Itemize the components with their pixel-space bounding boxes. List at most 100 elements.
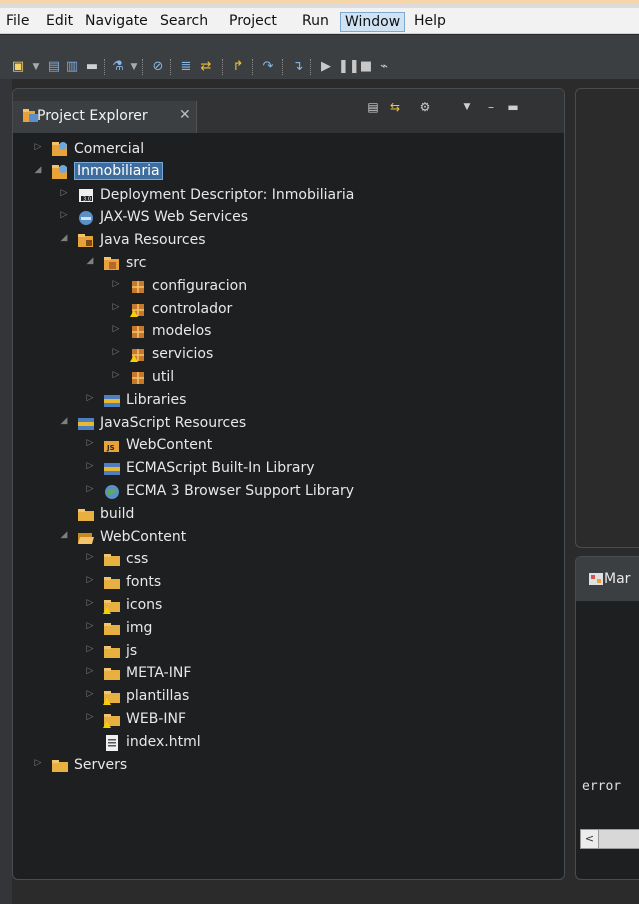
collapsed-twisty-icon[interactable]: ▷ [111,347,121,357]
tree-item-label: Libraries [126,391,187,408]
step-into-icon[interactable]: ↷ [260,59,276,75]
tree-item[interactable]: ▷ configuracion [13,276,564,298]
view-menu-icon[interactable]: ▼ [459,99,475,115]
tree-item[interactable]: ▷ img [13,618,564,640]
menu-file[interactable]: File [2,12,33,32]
link-editor-icon[interactable]: ⇆ [387,99,403,115]
disconnect-icon[interactable]: ⌁ [376,59,392,75]
new-dropdown-icon[interactable]: ▼ [28,59,44,75]
collapsed-twisty-icon[interactable]: ▷ [85,621,95,631]
collapsed-twisty-icon[interactable]: ▷ [85,666,95,676]
collapsed-twisty-icon[interactable]: ▷ [111,324,121,334]
scroll-left-icon[interactable]: < [581,830,599,848]
tree-item[interactable]: ▷ Comercial [13,139,564,161]
tree-item[interactable]: ▷ ECMAScript Built-In Library [13,458,564,480]
menu-project[interactable]: Project [225,12,281,32]
resume-icon[interactable]: ▶ [318,59,334,75]
collapsed-twisty-icon[interactable]: ▷ [59,188,69,198]
menu-run[interactable]: Run [298,12,333,32]
tree-item[interactable]: build [13,504,564,526]
tree-item[interactable]: ▷ Libraries [13,390,564,412]
collapsed-twisty-icon[interactable]: ▷ [85,712,95,722]
save-icon[interactable]: ▤ [46,59,62,75]
package-warning-icon [130,349,144,363]
tree-item[interactable]: ▷ WEB-INF [13,709,564,731]
tree-item[interactable]: ▷ fonts [13,572,564,594]
step-over-icon[interactable]: ↴ [290,59,306,75]
tree-item[interactable]: ▷ modelos [13,321,564,343]
tree-item[interactable]: ▷ js [13,641,564,663]
editor-area [575,88,639,548]
print-icon[interactable]: ▬ [84,59,100,75]
next-annotation-icon[interactable]: ↱ [230,59,246,75]
java-resources-icon [78,234,93,248]
tree-item[interactable]: ▷ icons [13,595,564,617]
horizontal-scrollbar[interactable]: < [580,829,639,849]
collapsed-twisty-icon[interactable]: ▷ [111,279,121,289]
folder-open-icon [78,532,94,544]
tree-item[interactable]: ◢ WebContent [13,527,564,549]
expanded-twisty-icon[interactable]: ◢ [59,416,69,426]
collapsed-twisty-icon[interactable]: ▷ [85,689,95,699]
collapsed-twisty-icon[interactable]: ▷ [85,552,95,562]
source-folder-icon [104,257,119,270]
tree-item[interactable]: ◢ JavaScript Resources [13,413,564,435]
menu-navigate[interactable]: Navigate [81,12,152,32]
filter-icon[interactable]: ⚙ [417,99,433,115]
collapsed-twisty-icon[interactable]: ▷ [85,484,95,494]
debug-dropdown-icon[interactable]: ▼ [126,59,142,75]
package-icon [132,326,144,339]
collapsed-twisty-icon[interactable]: ▷ [59,210,69,220]
tree-item[interactable]: ▷ controlador [13,299,564,321]
menu-search[interactable]: Search [156,12,212,32]
close-icon[interactable]: ✕ [179,107,191,123]
minimize-icon[interactable]: – [483,99,499,115]
tree-item[interactable]: ▷ JAX-WS Web Services [13,207,564,229]
terminate-icon[interactable]: ■ [358,59,374,75]
collapsed-twisty-icon[interactable]: ▷ [85,644,95,654]
collapsed-twisty-icon[interactable]: ▷ [85,393,95,403]
tree-item[interactable]: ▷ META-INF [13,663,564,685]
maximize-icon[interactable]: ▬ [505,99,521,115]
tab-project-explorer[interactable]: Project Explorer ✕ [13,101,197,133]
collapse-all-icon[interactable]: ▤ [365,99,381,115]
tree-item[interactable]: ▷ 3.0 Deployment Descriptor: Inmobiliaria [13,185,564,207]
tree-item[interactable]: ▷ JS WebContent [13,435,564,457]
tree-item[interactable]: ▷ Servers [13,755,564,777]
expanded-twisty-icon[interactable]: ◢ [33,165,43,175]
collapsed-twisty-icon[interactable]: ▷ [33,142,43,152]
open-task-icon[interactable]: ≣ [178,59,194,75]
tree-item[interactable]: ◢ src [13,253,564,275]
folder-icon [104,577,120,590]
debug-icon[interactable]: ⚗ [110,59,126,75]
tree-item[interactable]: ▷ plantillas [13,686,564,708]
collapsed-twisty-icon[interactable]: ▷ [111,302,121,312]
collapsed-twisty-icon[interactable]: ▷ [111,370,121,380]
expanded-twisty-icon[interactable]: ◢ [59,530,69,540]
save-all-icon[interactable]: ▥ [64,59,80,75]
collapsed-twisty-icon[interactable]: ▷ [85,575,95,585]
expanded-twisty-icon[interactable]: ◢ [59,233,69,243]
expanded-twisty-icon[interactable]: ◢ [85,256,95,266]
collapsed-twisty-icon[interactable]: ▷ [85,438,95,448]
folder-icon [52,759,68,772]
tab-markers[interactable]: Mar [604,571,630,587]
toggle-mark-icon[interactable]: ⇄ [198,59,214,75]
suspend-icon[interactable]: ❚❚ [338,59,360,75]
menu-edit[interactable]: Edit [42,12,77,32]
collapsed-twisty-icon[interactable]: ▷ [85,598,95,608]
tree-item[interactable]: index.html [13,732,564,754]
skip-breakpoints-icon[interactable]: ⊘ [150,59,166,75]
tree-item[interactable]: ▷ css [13,549,564,571]
tree-item[interactable]: ▷ servicios [13,344,564,366]
menu-help[interactable]: Help [410,12,450,32]
tree-item[interactable]: ▷ ECMA 3 Browser Support Library [13,481,564,503]
new-icon[interactable]: ▣ [10,59,26,75]
collapsed-twisty-icon[interactable]: ▷ [33,758,43,768]
toolbar-separator [252,59,254,75]
tree-item[interactable]: ◢ Inmobiliaria [13,161,564,184]
menu-window[interactable]: Window [340,12,406,32]
tree-item[interactable]: ▷ util [13,367,564,389]
collapsed-twisty-icon[interactable]: ▷ [85,461,95,471]
tree-item[interactable]: ◢ Java Resources [13,230,564,252]
